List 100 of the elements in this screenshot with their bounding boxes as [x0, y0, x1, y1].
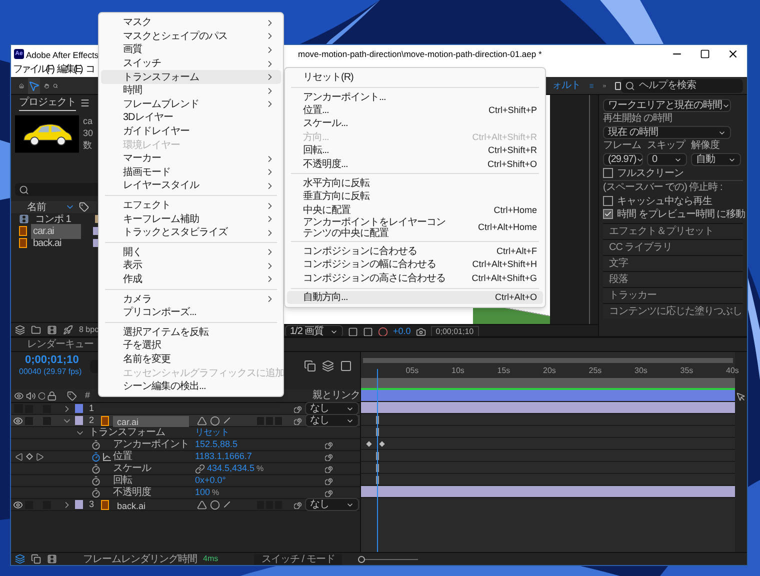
menu-item[interactable]: ガイドレイヤー — [101, 124, 281, 138]
layer-name[interactable]: back.ai — [113, 500, 189, 513]
menu-item[interactable]: 垂直方向に反転 — [287, 190, 543, 204]
menu-item[interactable]: トランスフォーム — [101, 70, 281, 84]
menu-item[interactable]: 中央に配置 Ctrl+Home — [287, 204, 543, 217]
menu-item[interactable]: エフェクト — [101, 198, 281, 212]
menu-bar-item[interactable]: コ — [86, 65, 94, 75]
menu-item[interactable]: コンポジションに合わせる Ctrl+Alt+F — [287, 244, 543, 258]
current-time[interactable]: 0;00;01;10 — [19, 354, 82, 367]
menu-bar-item[interactable]: ファイル(F) — [13, 65, 54, 75]
menu-item[interactable]: シーン編集の検出... — [101, 380, 281, 394]
reset-link[interactable]: リセット — [195, 426, 229, 440]
menu-item[interactable]: スケール... — [287, 117, 543, 131]
menu-item[interactable]: アンカーポイントをレイヤーコンテンツの中央に配置 Ctrl+Alt+Home — [287, 216, 543, 239]
menu-item[interactable]: コンポジションの高さに合わせる Ctrl+Alt+Shift+G — [287, 272, 543, 286]
property-value[interactable]: 1183.1,1666.7 — [195, 450, 252, 464]
menu-item[interactable]: 画質 — [101, 43, 281, 57]
ruler-label: 35s — [680, 365, 694, 377]
layer-row[interactable]: 3 back.ai なし — [11, 499, 360, 511]
start-dropdown[interactable]: 現在 の時間 — [603, 126, 731, 139]
menu-item[interactable]: マーカー — [101, 152, 281, 166]
property-value[interactable]: 100 — [195, 486, 210, 500]
unit-text: % — [256, 462, 264, 474]
panel-tab[interactable]: レンダーキュー — [27, 337, 94, 352]
shortcut-text: Ctrl+Shift+P — [488, 104, 537, 116]
menu-bar-item[interactable]: 編集(E) — [57, 65, 82, 75]
ruler-label: 20s — [543, 365, 556, 377]
property-value[interactable]: 152.5,88.5 — [195, 438, 238, 452]
property-name: スケール — [113, 462, 152, 475]
menu-item[interactable]: スイッチ — [101, 56, 281, 70]
menu-item[interactable]: レイヤースタイル — [101, 179, 281, 193]
menu-item[interactable]: カメラ — [101, 292, 281, 306]
menu-item[interactable]: 作成 — [101, 272, 281, 286]
panel-header[interactable]: コンテンツに応じた塗りつぶし — [603, 303, 743, 319]
project-item[interactable]: back.ai — [31, 236, 81, 250]
item-info-text: ca — [83, 115, 94, 127]
parent-dropdown[interactable]: なし — [305, 414, 359, 427]
ruler-label: 40s — [726, 365, 739, 377]
menu-item[interactable]: リセット(R) — [287, 71, 543, 84]
exposure-value[interactable]: +0.0 — [393, 324, 411, 338]
resolution-dropdown[interactable]: 自動 — [691, 153, 741, 166]
property-name: 回転 — [113, 474, 134, 486]
field-label: 解像度 — [691, 140, 720, 152]
field-label: スキップ — [647, 140, 687, 152]
bit-depth-text[interactable]: 8 bpc — [79, 324, 99, 336]
shortcut-text: Ctrl+Alt+Shift+G — [472, 272, 537, 284]
help-search-field[interactable]: ヘルプを検索 — [621, 78, 744, 92]
menu-item[interactable]: フレームブレンド — [101, 98, 281, 112]
ruler-label: 30s — [634, 365, 648, 377]
skip-dropdown[interactable]: 0 — [647, 153, 687, 166]
checkbox-label: キャッシュ中なら再生 — [617, 194, 712, 208]
menu-item[interactable]: キーフレーム補助 — [101, 212, 281, 226]
menu-item[interactable]: プリコンポーズ... — [101, 306, 281, 320]
unit-text: % — [212, 486, 220, 498]
project-item[interactable]: car.ai — [31, 224, 81, 238]
menu-item[interactable]: 不透明度... Ctrl+Shift+O — [287, 157, 543, 171]
menu-item[interactable]: マスクとシェイプのパス — [101, 30, 281, 44]
property-group-name: トランスフォーム — [88, 426, 166, 439]
field-label: フレーム — [603, 140, 642, 152]
property-value[interactable]: 0x+0.0° — [195, 474, 226, 488]
menu-item[interactable]: 位置... Ctrl+Shift+P — [287, 104, 543, 118]
layer-number: 2 — [88, 414, 96, 427]
switches-modes-toggle[interactable]: スイッチ / モード — [254, 554, 342, 564]
shortcut-text: Ctrl+Alt+F — [496, 246, 537, 258]
menu-item[interactable]: アンカーポイント... — [287, 90, 543, 104]
menu-item[interactable]: トラックとスタビライズ — [101, 226, 281, 240]
shortcut-text: Ctrl+Home — [494, 204, 537, 216]
menu-item[interactable]: 選択アイテムを反転 — [101, 325, 281, 340]
layer-row[interactable]: 2 car.ai なし — [11, 415, 360, 427]
window-title: move-motion-path-direction\move-motion-path-direction-01.aep * — [298, 48, 542, 60]
menu-item[interactable]: コンポジションの幅に合わせる Ctrl+Alt+Shift+H — [287, 258, 543, 272]
shortcut-text: Ctrl+Shift+O — [487, 158, 537, 170]
parent-dropdown[interactable]: なし — [305, 498, 359, 511]
parent-dropdown[interactable]: なし — [305, 402, 359, 415]
layer-number: 1 — [88, 402, 96, 415]
shortcut-text: Ctrl+Shift+R — [488, 145, 537, 156]
menu-item[interactable]: 自動方向... Ctrl+Alt+O — [287, 291, 543, 304]
window-title: Adobe After Effects — [26, 50, 99, 60]
panel-tab[interactable]: プロジェクト — [19, 95, 76, 111]
menu-item[interactable]: 描画モード — [101, 166, 281, 180]
layer-number: 3 — [88, 498, 96, 511]
project-item[interactable]: コンポ 1 — [33, 212, 83, 226]
layer-row[interactable]: 1 なし — [11, 403, 360, 415]
shortcut-text: Ctrl+Alt+Home — [478, 222, 537, 234]
menu-item[interactable]: マスク — [101, 16, 281, 30]
property-value[interactable]: 434.5,434.5 — [207, 462, 255, 476]
menu-item[interactable]: 名前を変更 — [101, 352, 281, 366]
menu-item[interactable]: 水平方向に反転 — [287, 176, 543, 190]
item-info-text: 数 — [83, 139, 93, 151]
property-name: 不透明度 — [113, 486, 152, 500]
checkbox-label: 時間 をプレビュー時間 に移動 — [617, 208, 746, 222]
workspace-label[interactable]: ォルト — [552, 78, 581, 93]
menu-item[interactable]: 時間 — [101, 84, 281, 98]
menu-item[interactable]: 子を選択 — [101, 339, 281, 353]
range-dropdown[interactable]: ワークエリアと現在の時間 — [603, 99, 731, 112]
menu-item[interactable]: 3Dレイヤー — [101, 111, 281, 125]
menu-item[interactable]: 回転... Ctrl+Shift+R — [287, 144, 543, 158]
frame-rate-dropdown[interactable]: (29.97) — [603, 153, 643, 166]
menu-item[interactable]: 表示 — [101, 259, 281, 273]
menu-item[interactable]: 開く — [101, 246, 281, 260]
